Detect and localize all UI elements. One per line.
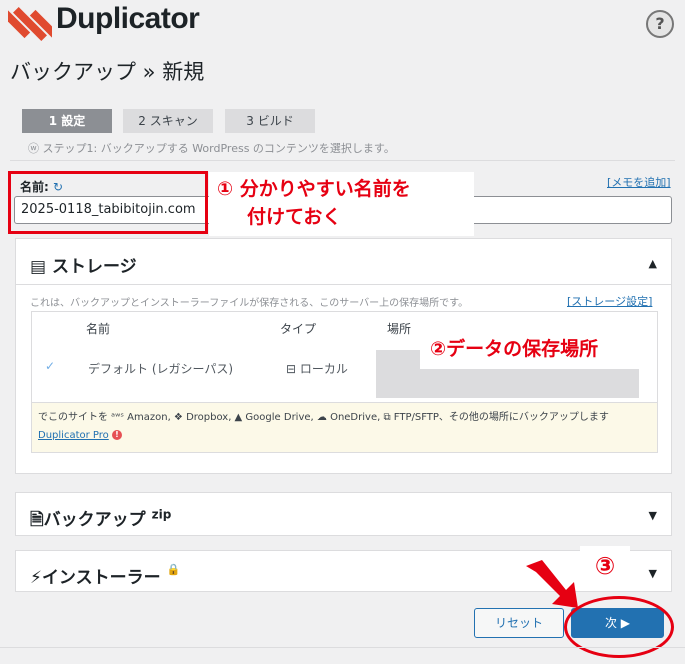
annotation-1-line2: 付けておく bbox=[247, 206, 342, 228]
disk-icon: ⊟ bbox=[286, 362, 300, 376]
annotation-1-line1: ① 分かりやすい名前を bbox=[217, 178, 411, 200]
lock-icon: 🔒 bbox=[166, 563, 181, 576]
caret-down-icon[interactable]: ▼ bbox=[649, 567, 657, 580]
storage-panel-header[interactable]: ▤ ストレージ ▲ bbox=[16, 239, 671, 285]
col-location: 場所 bbox=[387, 322, 412, 336]
server-icon: ▤ bbox=[30, 257, 52, 277]
duplicator-logo bbox=[8, 7, 52, 41]
annotation-3: ③ bbox=[580, 546, 630, 586]
wordpress-icon: ⓦ bbox=[28, 142, 43, 155]
storage-row-name: デフォルト (レガシーパス) bbox=[88, 362, 234, 376]
backup-zip-title-text: バックアップ bbox=[43, 510, 146, 530]
step-note: ⓦ ステップ1: バックアップする WordPress のコンテンツを選択します… bbox=[28, 140, 395, 156]
storage-row-type: ⊟ ローカル bbox=[286, 360, 348, 377]
annotation-2: ②データの保存場所 bbox=[420, 325, 655, 369]
storage-title-text: ストレージ bbox=[51, 257, 137, 277]
annotation-box-name bbox=[8, 171, 208, 234]
help-icon[interactable]: ? bbox=[646, 10, 674, 38]
red-arrow-icon bbox=[526, 560, 578, 608]
step-note-text: ステップ1: バックアップする WordPress のコンテンツを選択します。 bbox=[42, 142, 395, 155]
pro-promo: でこのサイトを ᵃʷˢ Amazon, ❖ Dropbox, ▲ Google … bbox=[31, 403, 658, 453]
promo-text: でこのサイトを ᵃʷˢ Amazon, ❖ Dropbox, ▲ Google … bbox=[38, 412, 609, 423]
reset-button[interactable]: リセット bbox=[474, 608, 564, 638]
bolt-icon: ⚡ bbox=[30, 568, 42, 588]
page-title: バックアップ » 新規 bbox=[10, 60, 205, 84]
storage-row-type-text: ローカル bbox=[299, 362, 348, 376]
add-memo-link[interactable]: [メモを追加] bbox=[607, 174, 671, 190]
storage-settings-link[interactable]: [ストレージ設定] bbox=[567, 293, 652, 309]
brand-name: Duplicator bbox=[56, 2, 200, 35]
caret-up-icon[interactable]: ▲ bbox=[649, 257, 657, 270]
col-type: タイプ bbox=[280, 322, 317, 336]
alert-icon: ! bbox=[111, 430, 122, 440]
installer-title: ⚡インストーラー 🔒 bbox=[30, 563, 180, 588]
step-scan: 2 スキャン bbox=[123, 109, 213, 133]
checkbox-icon[interactable]: ✓ bbox=[45, 359, 59, 373]
storage-title: ▤ ストレージ bbox=[30, 252, 137, 277]
caret-down-icon[interactable]: ▼ bbox=[649, 509, 657, 522]
backup-zip-title: 🗎バックアップ zip bbox=[30, 505, 171, 536]
col-name: 名前 bbox=[86, 322, 111, 336]
installer-title-text: インストーラー bbox=[41, 568, 161, 588]
duplicator-pro-link[interactable]: Duplicator Pro bbox=[38, 430, 109, 441]
step-settings: 1 設定 bbox=[22, 109, 112, 133]
annotation-1: ① 分かりやすい名前を 付けておく bbox=[209, 172, 474, 236]
zip-sup: zip bbox=[151, 507, 172, 522]
step-build: 3 ビルド bbox=[225, 109, 315, 133]
footer-divider bbox=[0, 647, 685, 648]
divider bbox=[10, 160, 675, 161]
backup-zip-panel[interactable]: 🗎バックアップ zip ▼ bbox=[15, 492, 672, 536]
annotation-oval-next bbox=[564, 596, 674, 658]
file-zip-icon: 🗎 bbox=[30, 510, 44, 530]
storage-note: これは、バックアップとインストーラーファイルが保存される、このサーバー上の保存場… bbox=[30, 298, 469, 309]
